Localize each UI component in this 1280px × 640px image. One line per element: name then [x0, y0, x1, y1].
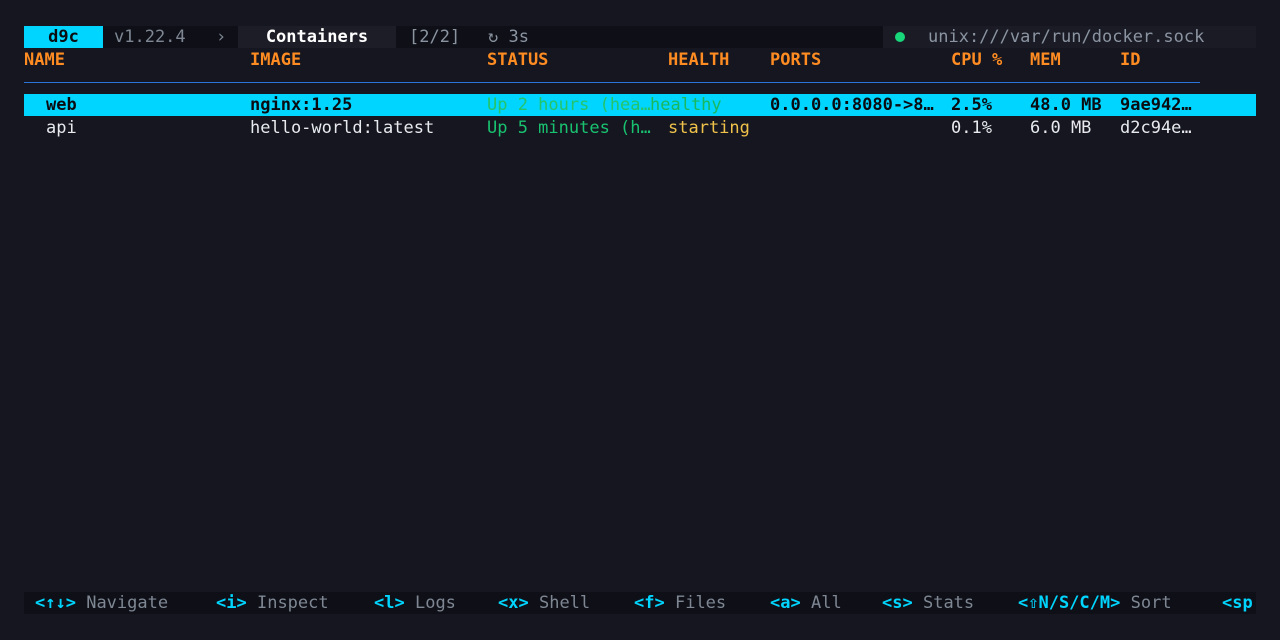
column-header-mem[interactable]: MEM: [1030, 49, 1061, 71]
hint-key: <s>: [882, 593, 913, 613]
cell-health: starting: [668, 118, 750, 138]
container-count: [2/2]: [409, 27, 461, 47]
hint-key: <sp: [1222, 593, 1253, 613]
column-header-cpu[interactable]: CPU %: [951, 49, 1002, 71]
cell-ports: 0.0.0.0:8080->8…: [770, 95, 934, 115]
connection-status: unix:///var/run/docker.sock: [883, 26, 1256, 48]
column-header-image[interactable]: IMAGE: [250, 49, 301, 71]
hint-key: <↑↓>: [35, 593, 76, 613]
column-header-health[interactable]: HEALTH: [668, 49, 729, 71]
hint-key: <x>: [498, 593, 529, 613]
hint-key: <i>: [216, 593, 247, 613]
cell-health: healthy: [650, 95, 722, 115]
cell-cpu: 2.5%: [951, 95, 992, 115]
hint-stats[interactable]: <s> Stats: [882, 592, 974, 614]
cell-image: nginx:1.25: [250, 95, 353, 115]
hint-all[interactable]: <a> All: [770, 592, 842, 614]
hint-action: Navigate: [86, 593, 169, 613]
hint-action: Sort: [1130, 593, 1172, 613]
app-name: d9c: [24, 26, 103, 48]
hint-files[interactable]: <f> Files: [634, 592, 726, 614]
hint-logs[interactable]: <l> Logs: [374, 592, 456, 614]
hint-key: <f>: [634, 593, 665, 613]
hint-action: Shell: [538, 593, 591, 613]
hint-shell[interactable]: <x> Shell: [498, 592, 590, 614]
hint-action: All: [810, 593, 842, 613]
hint-key: <⇧N/S/C/M>: [1018, 593, 1121, 613]
cell-mem: 48.0 MB: [1030, 95, 1102, 115]
cell-status: Up 2 hours (hea…: [487, 95, 651, 115]
hint-sort[interactable]: <⇧N/S/C/M> Sort: [1018, 592, 1172, 614]
refresh-interval: ↻ 3s: [488, 27, 529, 47]
hint-key: <a>: [770, 593, 801, 613]
chevron-right-icon: ›: [216, 27, 227, 47]
column-header-ports[interactable]: PORTS: [770, 49, 821, 71]
cell-image: hello-world:latest: [250, 118, 435, 138]
docker-socket: unix:///var/run/docker.sock: [928, 27, 1205, 47]
hint-action: Files: [674, 593, 727, 613]
hint-action: Logs: [414, 593, 456, 613]
hint-action: Inspect: [256, 593, 329, 613]
hint-navigate[interactable]: <↑↓> Navigate: [35, 592, 168, 614]
column-header-id[interactable]: ID: [1120, 49, 1140, 71]
view-title[interactable]: Containers: [238, 26, 396, 48]
keybinding-bar: <↑↓> Navigate <i> Inspect <l> Logs <x> S…: [24, 592, 1256, 614]
table-row[interactable]: api hello-world:latest Up 5 minutes (h… …: [24, 117, 1256, 139]
cell-status: Up 5 minutes (h…: [487, 118, 651, 138]
hint-space[interactable]: <sp: [1222, 592, 1253, 614]
hint-inspect[interactable]: <i> Inspect: [216, 592, 329, 614]
top-bar: d9c v1.22.4 › Containers [2/2] ↻ 3s unix…: [24, 26, 1256, 48]
app-version: v1.22.4: [114, 27, 186, 47]
connection-dot-icon: [895, 32, 905, 42]
cell-cpu: 0.1%: [951, 118, 992, 138]
cell-mem: 6.0 MB: [1030, 118, 1092, 138]
cell-name: web: [46, 95, 77, 115]
cell-id: d2c94e…: [1120, 118, 1192, 138]
header-divider: [24, 82, 1200, 83]
hint-action: Stats: [922, 593, 975, 613]
cell-name: api: [46, 118, 77, 138]
column-header-name[interactable]: NAME: [24, 49, 65, 71]
column-header-status[interactable]: STATUS: [487, 49, 548, 71]
hint-key: <l>: [374, 593, 405, 613]
table-row-selected[interactable]: web nginx:1.25 Up 2 hours (hea… healthy …: [24, 94, 1256, 116]
cell-id: 9ae942…: [1120, 95, 1192, 115]
